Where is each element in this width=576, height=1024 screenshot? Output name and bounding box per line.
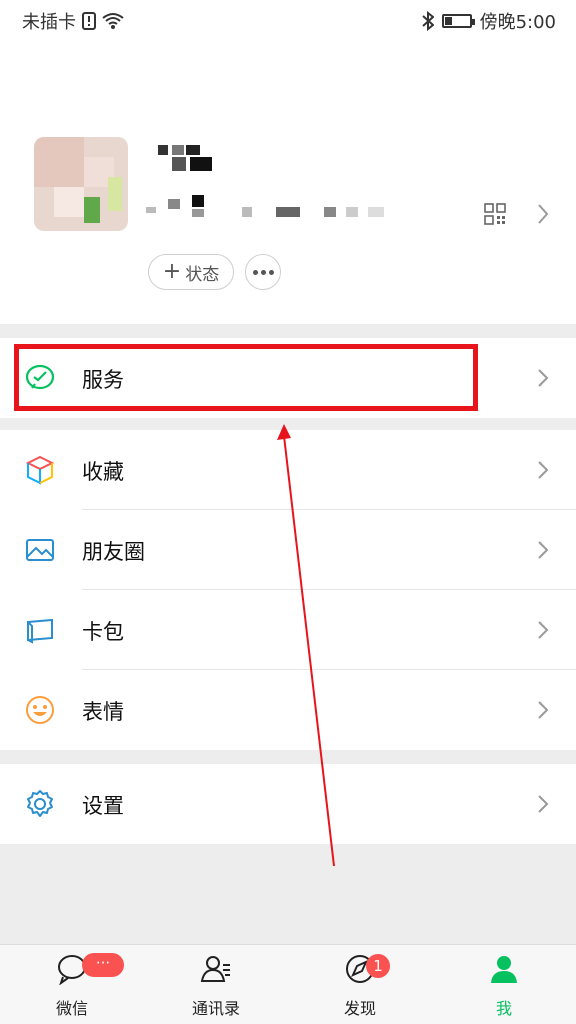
menu-item-stickers[interactable]: 表情 <box>0 670 576 750</box>
chevron-right-icon <box>538 369 549 387</box>
menu-item-favorites[interactable]: 收藏 <box>0 430 576 510</box>
plus-icon: + <box>162 259 182 284</box>
menu-item-moments[interactable]: 朋友圈 <box>0 510 576 590</box>
chevron-right-icon <box>538 541 549 559</box>
menu-item-settings[interactable]: 设置 <box>0 764 576 844</box>
gear-icon <box>27 790 53 817</box>
tab-discover-label: 发现 <box>343 999 376 1018</box>
clock: 傍晚5:00 <box>479 12 556 33</box>
qr-code-icon[interactable] <box>484 203 506 225</box>
battery-icon <box>441 14 475 28</box>
tab-discover[interactable]: 发现 <box>288 945 432 1024</box>
tab-chats-label: 微信 <box>55 999 88 1018</box>
moments-label: 朋友圈 <box>82 540 145 564</box>
wifi-icon <box>102 13 124 29</box>
moments-picture-icon <box>26 539 54 561</box>
tab-me[interactable]: 我 <box>432 945 576 1024</box>
more-button[interactable] <box>245 254 281 290</box>
tab-bar: 微信 ··· 通讯录 发现 我 <box>0 944 576 1024</box>
cards-label: 卡包 <box>82 620 124 644</box>
add-status-button[interactable]: + 状态 <box>148 254 234 290</box>
tab-contacts-label: 通讯录 <box>191 999 240 1018</box>
favorites-cube-icon <box>25 455 55 485</box>
stickers-label: 表情 <box>82 700 124 724</box>
chevron-right-icon <box>538 701 549 719</box>
no-sim-icon <box>82 12 96 30</box>
menu-item-cards[interactable]: 卡包 <box>0 590 576 670</box>
settings-label: 设置 <box>82 794 124 818</box>
status-button-label: 状态 <box>185 264 220 285</box>
chevron-right-icon <box>538 621 549 639</box>
person-icon <box>491 956 517 983</box>
discover-badge: 1 <box>366 954 390 978</box>
tab-me-label: 我 <box>495 999 512 1018</box>
highlight-box <box>14 344 478 411</box>
wechat-id-redacted <box>146 195 386 221</box>
smiley-icon <box>26 696 54 724</box>
carrier-text: 未插卡 <box>22 12 76 33</box>
card-wallet-icon <box>27 618 53 644</box>
contacts-icon <box>200 956 230 982</box>
status-bar: 未插卡 傍晚5:00 <box>0 0 576 40</box>
avatar[interactable] <box>34 137 128 231</box>
chevron-right-icon <box>538 461 549 479</box>
chats-badge: ··· <box>82 953 124 977</box>
tab-contacts[interactable]: 通讯录 <box>144 945 288 1024</box>
profile-header[interactable]: + 状态 <box>0 40 576 324</box>
more-dots-icon <box>252 269 258 275</box>
chevron-right-icon <box>538 204 549 224</box>
favorites-label: 收藏 <box>82 460 124 484</box>
chevron-right-icon <box>538 795 549 813</box>
bluetooth-icon <box>421 11 434 31</box>
tab-chats[interactable]: 微信 <box>0 945 144 1024</box>
nickname-redacted <box>150 145 220 175</box>
